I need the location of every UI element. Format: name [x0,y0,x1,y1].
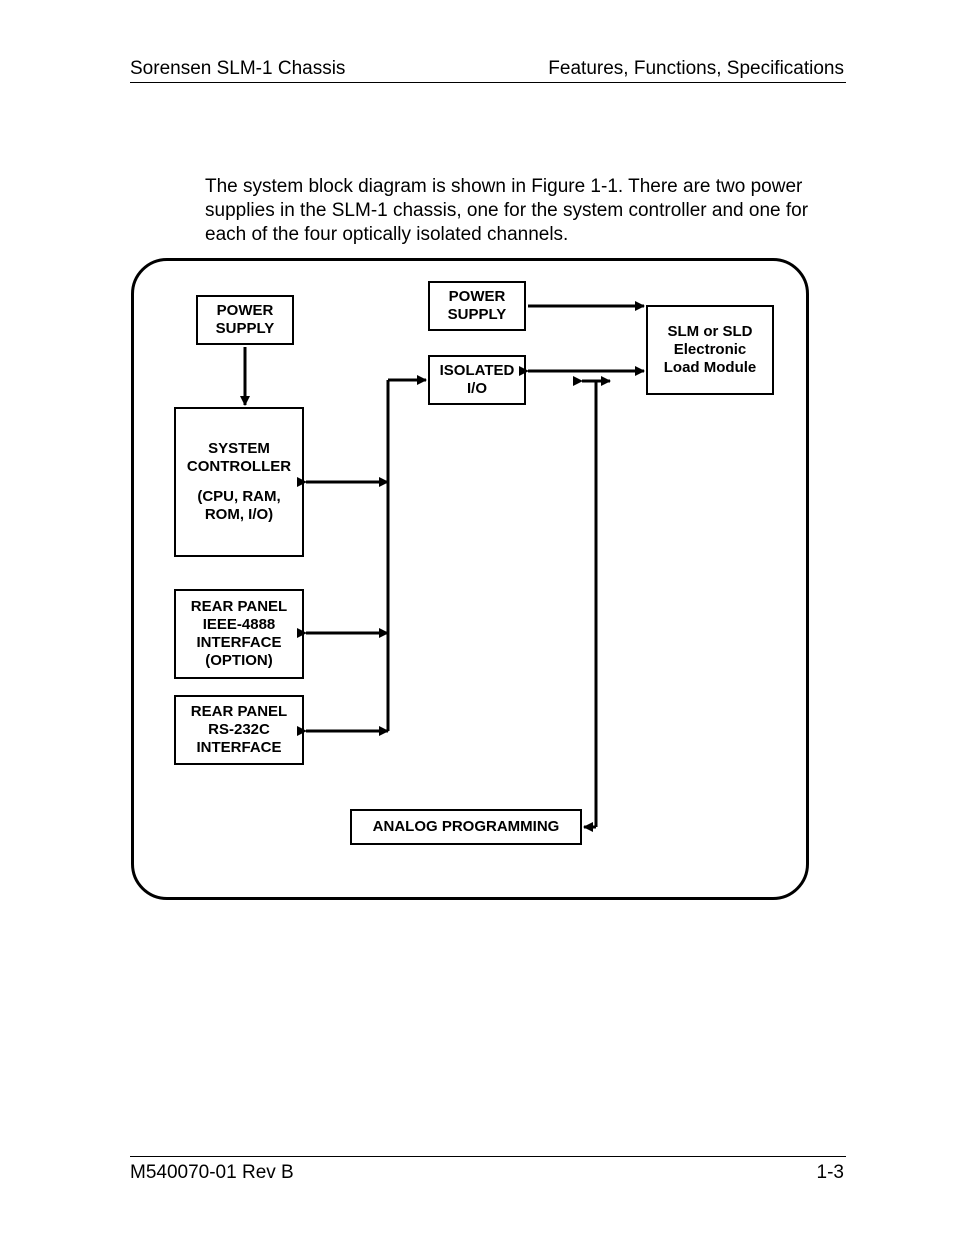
rear-ieee-line3: INTERFACE [196,634,281,652]
analog-programming-block: ANALOG PROGRAMMING [350,809,582,845]
rear-rs232-block: REAR PANEL RS-232C INTERFACE [174,695,304,765]
load-module-line3: Load Module [664,359,757,377]
system-controller-line4: ROM, I/O) [205,506,273,524]
system-controller-line3: (CPU, RAM, [197,488,280,506]
system-controller-line2: CONTROLLER [187,458,291,476]
system-controller-block: SYSTEM CONTROLLER (CPU, RAM, ROM, I/O) [174,407,304,557]
rear-rs232-line1: REAR PANEL [191,703,287,721]
header-rule [130,82,846,83]
power-supply-right-block: POWER SUPPLY [428,281,526,331]
load-module-block: SLM or SLD Electronic Load Module [646,305,774,395]
power-supply-right-line2: SUPPLY [448,306,507,324]
analog-programming-label: ANALOG PROGRAMMING [373,818,560,836]
power-supply-left-line2: SUPPLY [216,320,275,338]
page-header-left: Sorensen SLM-1 Chassis [130,58,345,80]
page-header-right: Features, Functions, Specifications [548,58,844,80]
power-supply-right-line1: POWER [449,288,506,306]
footer-rule [130,1156,846,1157]
rear-rs232-line2: RS-232C [208,721,270,739]
power-supply-left-block: POWER SUPPLY [196,295,294,345]
rear-ieee-block: REAR PANEL IEEE-4888 INTERFACE (OPTION) [174,589,304,679]
document-page: Sorensen SLM-1 Chassis Features, Functio… [0,0,954,1235]
rear-rs232-line3: INTERFACE [196,739,281,757]
body-paragraph: The system block diagram is shown in Fig… [205,175,845,246]
rear-ieee-line1: REAR PANEL [191,598,287,616]
rear-ieee-line2: IEEE-4888 [203,616,276,634]
page-footer-right: 1-3 [817,1162,844,1184]
system-controller-line1: SYSTEM [208,440,270,458]
block-diagram-frame: POWER SUPPLY POWER SUPPLY ISOLATED I/O S… [131,258,809,900]
page-footer-left: M540070-01 Rev B [130,1162,294,1184]
isolated-io-line1: ISOLATED [440,362,515,380]
load-module-line1: SLM or SLD [668,323,753,341]
isolated-io-block: ISOLATED I/O [428,355,526,405]
load-module-line2: Electronic [674,341,747,359]
rear-ieee-line4: (OPTION) [205,652,273,670]
isolated-io-line2: I/O [467,380,487,398]
power-supply-left-line1: POWER [217,302,274,320]
